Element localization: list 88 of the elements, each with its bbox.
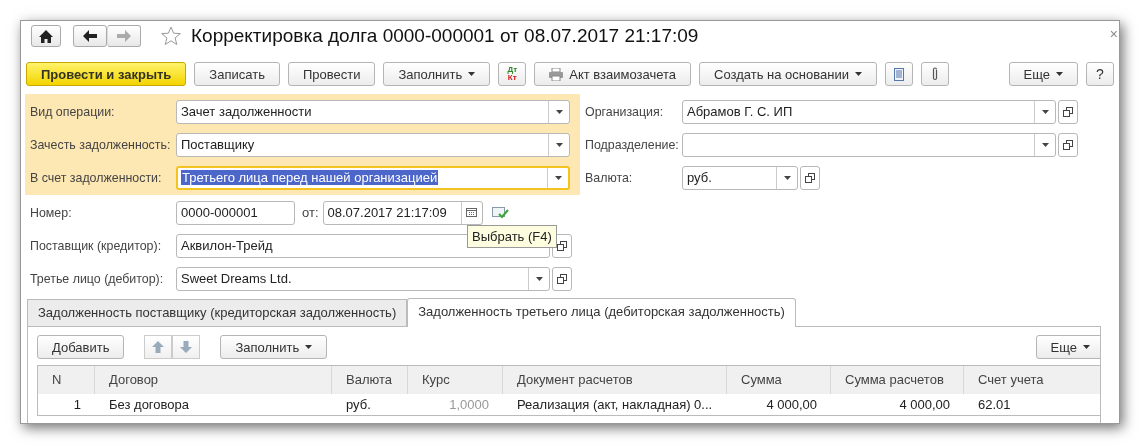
dropdown-button[interactable]: Создать на основании [699, 62, 877, 86]
field-label: Валюта: [585, 170, 634, 185]
caret-icon [854, 72, 862, 76]
close-button[interactable]: × [1109, 27, 1118, 41]
caret-icon [535, 276, 543, 281]
column-header[interactable]: Договор [95, 366, 332, 394]
open-button[interactable] [1058, 132, 1078, 157]
table-cell-text: 4 000,00 [765, 397, 818, 413]
field-label: В счет задолженности: [30, 170, 163, 185]
add-button[interactable]: Добавить [37, 335, 125, 359]
post-and-close-button[interactable]: Провести и закрыть [26, 62, 187, 86]
attach-button[interactable] [920, 62, 949, 86]
toolbar-button[interactable]: Записать [194, 62, 280, 86]
caret-icon [1083, 345, 1090, 349]
table-cell-text: Реализация (акт, накладная) 0... [516, 397, 714, 413]
dropdown-button[interactable]: Заполнить [220, 335, 328, 359]
tab[interactable]: Задолженность третьего лица (дебиторская задолженность) [407, 298, 796, 327]
date-field[interactable]: 08.07.2017 21:17:09 [322, 200, 483, 225]
caret-icon [554, 175, 562, 180]
caret-icon [555, 142, 563, 147]
back-button[interactable] [73, 25, 107, 47]
field-label: Третье лицо (дебитор): [30, 271, 165, 286]
field-label: от: [302, 205, 319, 220]
report-button[interactable] [884, 62, 913, 86]
calendar-icon [466, 208, 477, 217]
home-button[interactable] [31, 25, 61, 47]
open-window-icon [557, 273, 567, 284]
caret-icon [305, 345, 313, 349]
field-label: Подразделение: [585, 137, 680, 152]
open-window-icon [805, 172, 815, 183]
document-icon [893, 67, 904, 81]
window-title: Корректировка долга 0000-000001 от 08.07.2017 21:17:09 [191, 25, 699, 47]
table-cell-text: 4 000,00 [898, 397, 951, 413]
open-window-icon [1063, 139, 1073, 150]
paperclip-icon [931, 67, 938, 81]
field-label: Вид операции: [30, 104, 116, 119]
printer-icon [549, 67, 564, 81]
caret-icon [468, 72, 476, 76]
caret-icon [555, 109, 563, 114]
field-label: Организация: [585, 104, 665, 119]
select-field[interactable]: Sweet Dreams Ltd. [176, 266, 550, 291]
field-label: Номер: [30, 205, 73, 220]
table-cell-text: 62.01 [977, 397, 1012, 413]
help-button[interactable]: ? [1086, 62, 1114, 86]
dropdown-button[interactable]: Еще [1008, 62, 1078, 86]
open-button[interactable] [552, 266, 572, 291]
toolbar-button[interactable]: Провести [287, 62, 376, 86]
tooltip: Выбрать (F4) [467, 225, 557, 248]
down-arrow-icon [180, 341, 193, 353]
open-window-icon [1063, 106, 1073, 117]
caret-icon [1041, 142, 1049, 147]
select-field[interactable]: руб. [682, 165, 798, 190]
number-field[interactable]: 0000-000001 [176, 200, 295, 225]
column-header[interactable]: Счет учета [964, 366, 1100, 394]
up-arrow-icon [152, 341, 165, 353]
journal-entries-button[interactable]: Дт Кт [498, 62, 527, 86]
home-icon [39, 29, 53, 43]
column-header[interactable]: Сумма [727, 366, 831, 394]
check-icon[interactable] [491, 205, 509, 220]
column-header[interactable]: Сумма расчетов [831, 366, 964, 394]
select-field[interactable]: Зачет задолженности [176, 99, 570, 124]
field-label: Зачесть задолженность: [30, 137, 172, 152]
caret-icon [1041, 109, 1049, 114]
select-field[interactable]: Третьего лица перед нашей организацией [176, 165, 570, 190]
field-label: Поставщик (кредитор): [30, 238, 163, 253]
forward-arrow-icon [117, 30, 131, 42]
column-header[interactable]: Курс [408, 366, 503, 394]
open-window-icon [557, 240, 567, 251]
caret-icon [783, 175, 791, 180]
dropdown-button[interactable]: Еще [1035, 335, 1100, 359]
print-button[interactable]: Акт взаимозачета [534, 62, 692, 86]
column-header[interactable]: N [38, 366, 95, 394]
select-field[interactable]: Поставщику [176, 132, 570, 157]
caret-icon [1056, 72, 1063, 76]
table-cell-text: руб. [345, 397, 372, 413]
open-button[interactable] [800, 165, 820, 190]
table-cell-text: 1,0000 [448, 397, 490, 413]
star-icon[interactable] [161, 26, 181, 46]
dropdown-button[interactable]: Заполнить [383, 62, 491, 86]
tab[interactable]: Задолженность поставщику (кредиторская задолженность) [27, 299, 408, 326]
column-header[interactable]: Валюта [332, 366, 408, 394]
select-field[interactable] [682, 132, 1056, 157]
column-header[interactable]: Документ расчетов [503, 366, 727, 394]
open-button[interactable] [1058, 99, 1078, 124]
select-field[interactable]: Абрамов Г. С. ИП [682, 99, 1056, 124]
back-arrow-icon [83, 30, 97, 42]
table-cell-text: Без договора [108, 397, 190, 413]
table-cell-text: 1 [72, 397, 82, 413]
